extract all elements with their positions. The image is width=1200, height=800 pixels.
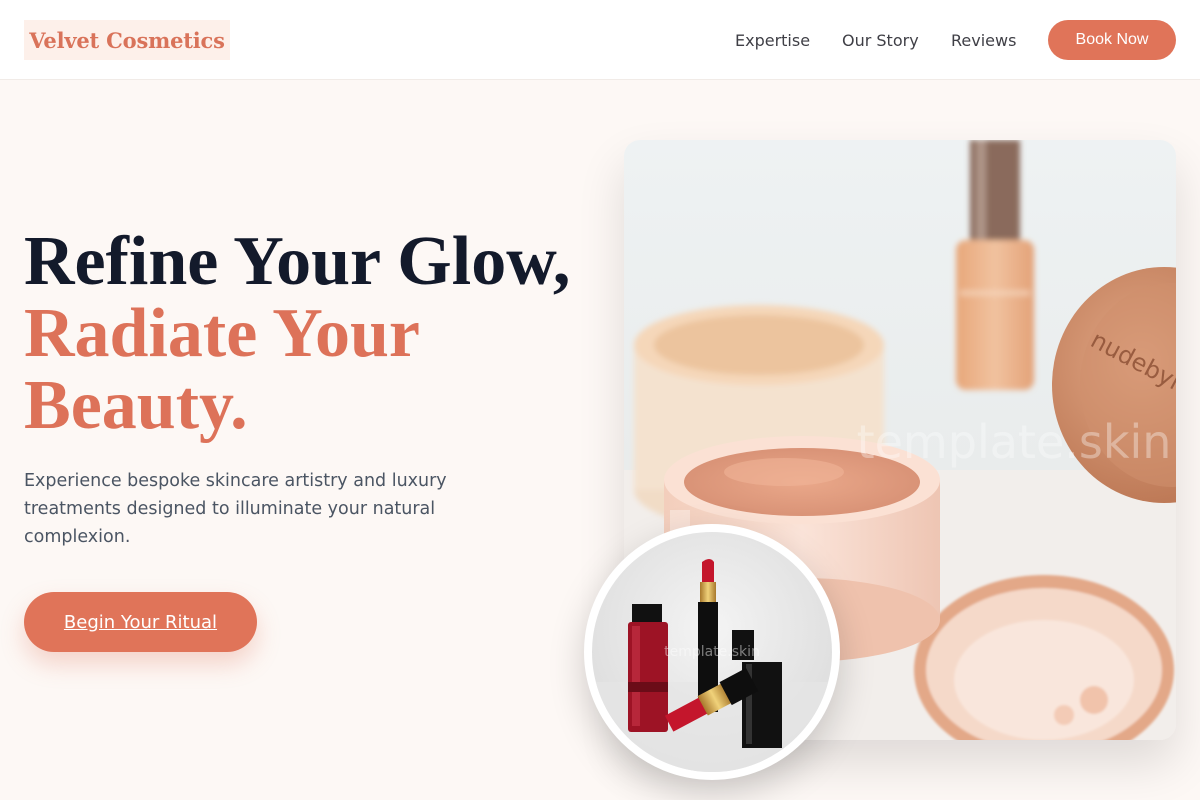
- hero-description: Experience bespoke skincare artistry and…: [24, 471, 447, 547]
- nav-link-reviews[interactable]: Reviews: [951, 31, 1016, 50]
- site-header: Velvet Cosmetics Expertise Our Story Rev…: [0, 0, 1200, 80]
- circle-image-watermark: template.skin: [664, 644, 760, 660]
- nav-link-expertise[interactable]: Expertise: [735, 31, 810, 50]
- book-now-button[interactable]: Book Now: [1048, 20, 1176, 60]
- brand-logo[interactable]: Velvet Cosmetics: [24, 20, 230, 60]
- begin-ritual-button[interactable]: Begin Your Ritual: [24, 592, 257, 652]
- nav-link-our-story[interactable]: Our Story: [842, 31, 919, 50]
- main-image-watermark: template.skin: [857, 415, 1172, 469]
- hero-circle-image: template.skin: [592, 532, 832, 772]
- hero-headline-accent: Radiate Your Beauty.: [24, 295, 419, 444]
- hero-circle-image-frame: template.skin: [584, 524, 840, 780]
- nail-polish-illustration: [628, 604, 668, 732]
- hero-headline: Refine Your Glow, Radiate Your Beauty.: [24, 226, 594, 442]
- hero-headline-line1: Refine Your Glow,: [24, 223, 571, 300]
